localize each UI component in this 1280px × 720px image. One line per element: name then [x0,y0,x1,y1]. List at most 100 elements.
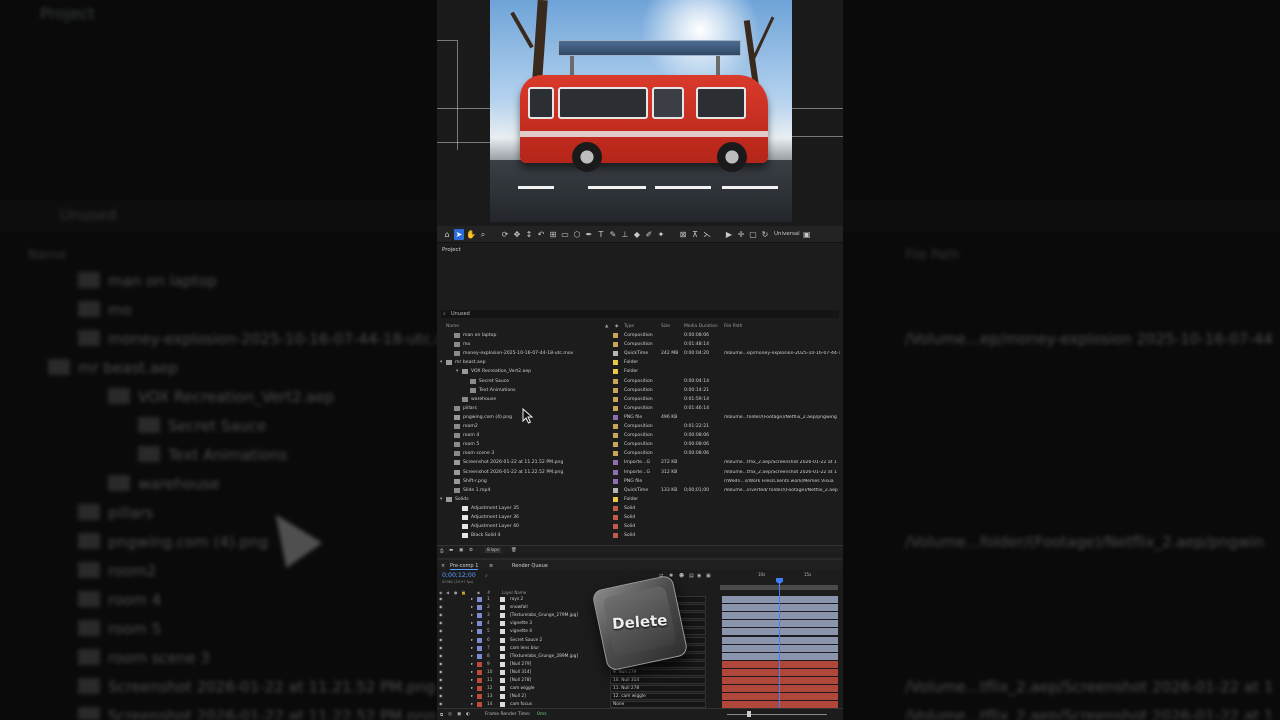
expand-triangle-icon[interactable]: ▸ [471,662,473,667]
expand-triangle-icon[interactable]: ▸ [471,621,473,626]
label-swatch[interactable] [613,505,618,511]
project-row[interactable]: room2 Composition 0:01:22:21 [437,423,843,432]
project-search-input[interactable]: ⌕ Unused [441,310,839,318]
label-swatch[interactable] [613,351,618,357]
col-type[interactable]: Type [624,324,634,329]
layer-row[interactable]: ◉ ▸ 10 [Null 314] 9. Null 279 [437,668,843,677]
orbit-camera-icon[interactable]: ⟳ [500,229,510,240]
current-time-display[interactable]: 0;00;12;00 [442,572,476,579]
sort-arrow-icon[interactable]: ▲ [605,324,608,329]
toggle-in-out-icon[interactable]: ◐ [466,712,470,717]
col-layer-name[interactable]: Layer Name [502,590,526,595]
close-icon[interactable]: × [441,563,445,569]
project-row[interactable]: Adjustment Layer 40 Solid [437,523,843,532]
expand-triangle-icon[interactable]: ▸ [471,694,473,699]
layer-duration-bar[interactable] [722,612,838,620]
layer-duration-bar[interactable] [722,636,838,644]
parent-dropdown[interactable]: 9. Null 279 [610,668,706,676]
frame-blending-icon[interactable]: ▤ [689,573,694,579]
pen-tool-icon[interactable]: ✒ [584,229,594,240]
project-row[interactable]: ▾ VOX Recreation_Vert2.aep Folder [437,368,843,377]
align-icon[interactable]: ⊼ [690,229,700,240]
puppet-tool-icon[interactable]: ✦ [656,229,666,240]
col-name[interactable]: Name [446,324,459,329]
label-swatch[interactable] [613,442,618,448]
col-filepath[interactable]: File Path [724,324,742,329]
expand-triangle-icon[interactable]: ▸ [471,597,473,602]
project-row[interactable]: money-explosion-2025-10-16-07-44-18-utc.… [437,350,843,359]
layer-label-swatch[interactable] [477,702,482,708]
pan-behind-icon[interactable]: ⊞ [548,229,558,240]
workspace-menu-icon[interactable]: ▣ [802,229,812,240]
expand-triangle-icon[interactable]: ▸ [471,686,473,691]
project-settings-icon[interactable]: ⚙ [469,548,473,553]
label-swatch[interactable] [613,496,618,502]
bit-depth-button[interactable]: 8 bpc [485,548,502,553]
label-swatch[interactable] [613,387,618,393]
col-size[interactable]: Size [661,324,670,329]
tab-render-queue[interactable]: Render Queue [512,563,548,569]
layer-label-swatch[interactable] [477,597,482,602]
label-swatch[interactable] [613,396,618,402]
project-panel-title[interactable]: Project [442,247,461,253]
label-swatch[interactable] [613,414,618,420]
toggle-modes-icon[interactable]: ◎ [448,712,452,717]
visibility-eye-icon[interactable]: ◉ [439,653,444,658]
type-tool-icon[interactable]: T [596,229,606,240]
label-swatch[interactable] [613,533,618,539]
layer-duration-bar[interactable] [722,660,838,668]
label-swatch[interactable] [613,369,618,375]
layer-row[interactable]: ◉ ▸ 13 [Null 2] 12. cam wiggle [437,693,843,701]
label-swatch[interactable] [613,342,618,348]
disclosure-triangle-icon[interactable]: ▾ [456,369,458,374]
layer-label-swatch[interactable] [477,613,482,619]
layer-label-swatch[interactable] [477,686,482,692]
expand-triangle-icon[interactable]: ▸ [471,646,473,651]
layer-label-swatch[interactable] [477,645,482,651]
shy-layers-icon[interactable]: ☻ [679,573,684,579]
composition-viewer[interactable] [437,0,843,226]
tab-menu-icon[interactable]: ≡ [489,563,493,569]
project-row[interactable]: warehouse Composition 0:01:59:14 [437,396,843,405]
label-swatch[interactable] [613,515,618,520]
layer-duration-bar[interactable] [722,677,838,684]
project-row[interactable]: Adjustment Layer 36 Solid [437,514,843,523]
layer-duration-bar[interactable] [722,628,838,636]
layer-row[interactable]: ◉ ▸ 11 [Null 278] 10. Null 314 [437,677,843,685]
layer-duration-bar[interactable] [722,644,838,652]
layer-label-swatch[interactable] [477,637,482,643]
layer-duration-bar[interactable] [722,652,838,660]
expand-triangle-icon[interactable]: ▸ [471,654,473,659]
rotate-tool-icon[interactable]: ↶ [536,229,546,240]
shape-tool-icon[interactable]: ⬡ [572,229,582,240]
visibility-eye-icon[interactable]: ◉ [439,613,444,617]
layer-duration-bar[interactable] [722,701,838,708]
tab-pre-comp[interactable]: Pre-comp 1 [450,563,479,570]
layer-row[interactable]: ◉ ▸ 14 cam focus None [437,701,843,708]
expand-triangle-icon[interactable]: ▸ [471,678,473,683]
label-swatch[interactable] [613,405,618,411]
layer-label-swatch[interactable] [477,653,482,659]
brush-tool-icon[interactable]: ✎ [608,229,618,240]
toggle-render-icon[interactable]: ▣ [457,712,461,717]
snapping-icon[interactable]: ⊠ [678,229,688,240]
home-icon[interactable]: ⌂ [442,229,452,240]
project-row[interactable]: room 5 Composition 0:00:08:06 [437,441,843,450]
label-swatch[interactable] [613,524,618,530]
label-swatch[interactable] [613,433,618,439]
layer-label-swatch[interactable] [477,669,482,675]
label-swatch[interactable] [613,360,618,366]
expand-triangle-icon[interactable]: ▸ [471,613,473,618]
visibility-eye-icon[interactable]: ◉ [439,686,444,690]
label-swatch[interactable] [613,460,618,466]
snap-options-icon[interactable]: ⋋ [702,229,712,240]
project-row[interactable]: Black Solid 4 Solid [437,532,843,541]
expand-triangle-icon[interactable]: ▸ [471,638,473,643]
3d-move-icon[interactable]: ✛ [736,229,746,240]
dolly-camera-icon[interactable]: ↕ [524,229,534,240]
selection-tool-icon[interactable]: ➤ [454,228,464,240]
layer-duration-bar[interactable] [722,693,838,701]
layer-duration-bar[interactable] [722,596,838,603]
roto-brush-icon[interactable]: ✐ [644,229,654,240]
visibility-eye-icon[interactable]: ◉ [439,694,444,698]
